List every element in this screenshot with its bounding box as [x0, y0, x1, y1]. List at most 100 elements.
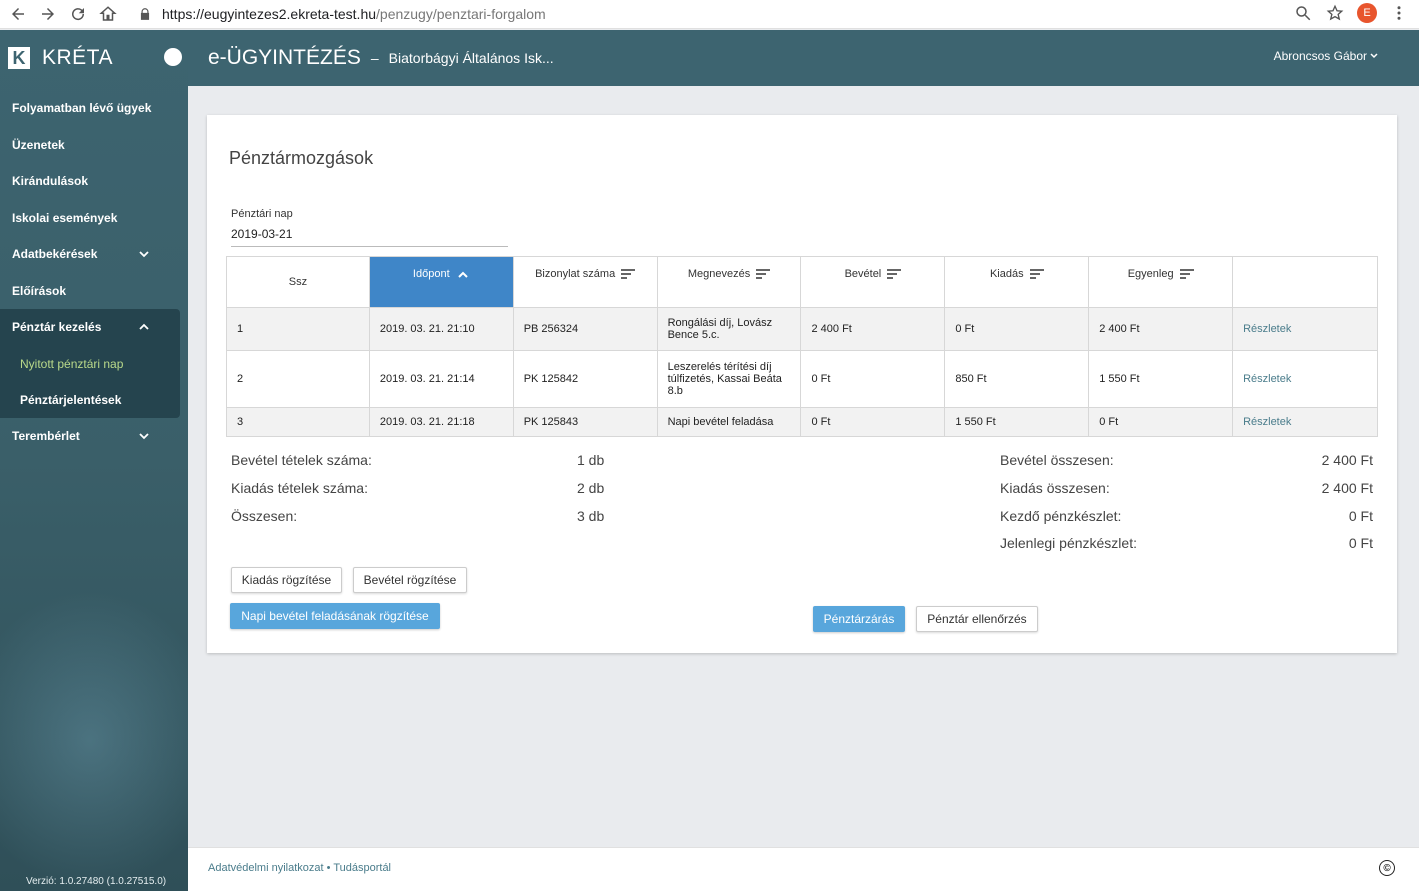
sidebar-item-label: Terembérlet	[12, 428, 80, 443]
daily-income-button[interactable]: Napi bevétel feladásának rögzítése	[230, 603, 440, 629]
sidebar-toggle-icon[interactable]	[164, 48, 182, 66]
brand-name: KRÉTA	[42, 46, 113, 69]
header-label: Bizonylat száma	[535, 268, 616, 280]
sort-icon	[756, 269, 771, 279]
cell-doc: PB 256324	[512, 307, 658, 351]
cell-balance: 1 550 Ft	[1088, 350, 1234, 408]
cell-income: 2 400 Ft	[800, 307, 946, 351]
col-header-kiadas[interactable]: Kiadás	[944, 256, 1090, 308]
header-label: Kiadás	[989, 268, 1024, 280]
sort-icon	[1179, 269, 1194, 279]
cell-doc: PK 125843	[512, 407, 658, 437]
header-label: Ssz	[288, 276, 308, 288]
sort-icon	[621, 269, 636, 279]
kreta-logo-icon: K	[8, 47, 30, 69]
cell-balance: 0 Ft	[1088, 407, 1234, 437]
summary-label: Jelenlegi pénzkészlet:	[1000, 535, 1137, 551]
col-header-ssz[interactable]: Ssz	[226, 256, 370, 308]
sidebar-item-label: Folyamatban lévő ügyek	[12, 101, 152, 116]
copyright-icon: ©	[1379, 860, 1395, 876]
star-icon[interactable]	[1325, 3, 1345, 23]
title-separator: –	[370, 50, 379, 66]
add-income-button[interactable]: Bevétel rögzítése	[353, 567, 467, 593]
sidebar-item-kirandulasok[interactable]: Kirándulások	[0, 163, 188, 200]
summary-value: 1 db	[577, 452, 605, 468]
cell-time: 2019. 03. 21. 21:18	[368, 407, 514, 437]
date-label: Pénztári nap	[231, 208, 293, 220]
cell-name: Rongálási díj, Lovász Bence 5.c.	[656, 307, 802, 351]
sidebar-item-label: Kirándulások	[12, 174, 89, 189]
sidebar-item-label: Iskolai események	[12, 210, 118, 225]
sidebar-sub-jelentesek[interactable]: Pénztárjelentések	[0, 382, 180, 418]
summary-label: Bevétel tételek száma:	[231, 452, 372, 468]
menu-dots-icon[interactable]	[1389, 3, 1409, 23]
cell-ssz: 1	[226, 307, 370, 351]
profile-avatar[interactable]: E	[1357, 3, 1377, 23]
cell-expense: 1 550 Ft	[944, 407, 1090, 437]
header-label: Bevétel	[844, 268, 882, 280]
back-icon[interactable]	[6, 2, 30, 26]
sort-asc-icon	[457, 271, 468, 278]
sort-icon	[1029, 269, 1044, 279]
cell-expense: 0 Ft	[944, 307, 1090, 351]
sidebar-item-label: Üzenetek	[12, 137, 65, 152]
sidebar-item-label: Adatbekérések	[12, 247, 98, 262]
close-register-button[interactable]: Pénztárzárás	[813, 606, 905, 632]
sidebar-item-uzenetek[interactable]: Üzenetek	[0, 127, 188, 164]
sidebar-item-penztar-kezeles[interactable]: Pénztár kezelés	[0, 309, 180, 346]
footer-links[interactable]: Adatvédelmi nyilatkozat • Tudásportál	[208, 862, 391, 874]
sidebar-sub-label: Nyitott pénztári nap	[20, 356, 124, 371]
cell-income: 0 Ft	[800, 407, 946, 437]
check-register-button[interactable]: Pénztár ellenőrzés	[916, 606, 1038, 632]
reload-icon[interactable]	[66, 2, 90, 26]
table-row: 3 2019. 03. 21. 21:18 PK 125843 Napi bev…	[226, 407, 1378, 437]
sidebar-item-folyamatban[interactable]: Folyamatban lévő ügyek	[0, 90, 188, 127]
summary-label: Kiadás tételek száma:	[231, 480, 368, 496]
sort-icon	[887, 269, 902, 279]
cell-doc: PK 125842	[512, 350, 658, 408]
transactions-table: Ssz Időpont Bizonylat száma Megnevezés B…	[226, 256, 1378, 437]
sidebar-item-adatbekeresek[interactable]: Adatbekérések	[0, 236, 188, 273]
browser-toolbar: https://eugyintezes2.ekreta-test.hu/penz…	[0, 0, 1419, 29]
sidebar-item-terembérlet[interactable]: Terembérlet	[0, 418, 188, 455]
sidebar-item-iskolai-esemenyek[interactable]: Iskolai események	[0, 200, 188, 237]
cell-ssz: 2	[226, 350, 370, 408]
address-bar[interactable]: https://eugyintezes2.ekreta-test.hu/penz…	[138, 2, 1348, 26]
sidebar-item-eloirasok[interactable]: Előírások	[0, 273, 188, 310]
user-menu[interactable]: Abroncsos Gábor	[1274, 49, 1379, 63]
chevron-down-icon	[1370, 53, 1378, 59]
sidebar-sub-nyitott-nap[interactable]: Nyitott pénztári nap	[0, 346, 180, 382]
sidebar: K KRÉTA Folyamatban lévő ügyek Üzenetek …	[0, 30, 188, 891]
date-field[interactable]: 2019-03-21	[231, 227, 508, 247]
summary-label: Bevétel összesen:	[1000, 452, 1114, 468]
app-title: e-ÜGYINTÉZÉS	[208, 46, 361, 69]
table-row: 2 2019. 03. 21. 21:14 PK 125842 Leszerel…	[226, 350, 1378, 408]
summary-label: Kiadás összesen:	[1000, 480, 1110, 496]
header-label: Megnevezés	[687, 268, 751, 280]
header-label: Időpont	[412, 268, 450, 280]
zoom-icon[interactable]	[1293, 3, 1313, 23]
summary-value: 0 Ft	[1348, 535, 1373, 551]
details-link[interactable]: Részletek	[1232, 307, 1378, 351]
url-host: https://eugyintezes2.ekreta-test.hu	[162, 6, 377, 22]
summary-value: 2 db	[577, 480, 605, 496]
col-header-bevetel[interactable]: Bevétel	[800, 256, 946, 308]
header-label: Egyenleg	[1127, 268, 1174, 280]
col-header-idopont[interactable]: Időpont	[368, 256, 514, 308]
home-icon[interactable]	[96, 2, 120, 26]
cell-expense: 850 Ft	[944, 350, 1090, 408]
col-header-egyenleg[interactable]: Egyenleg	[1088, 256, 1234, 308]
sidebar-item-label: Előírások	[12, 283, 67, 298]
col-header-bizonylat[interactable]: Bizonylat száma	[512, 256, 658, 308]
add-expense-button[interactable]: Kiadás rögzítése	[231, 567, 342, 593]
details-link[interactable]: Részletek	[1232, 407, 1378, 437]
brand[interactable]: K KRÉTA	[0, 30, 188, 86]
details-link[interactable]: Részletek	[1232, 350, 1378, 408]
col-header-megnevezes[interactable]: Megnevezés	[656, 256, 802, 308]
forward-icon[interactable]	[36, 2, 60, 26]
summary-value: 3 db	[577, 508, 605, 524]
summary-value: 0 Ft	[1348, 508, 1373, 524]
cell-time: 2019. 03. 21. 21:10	[368, 307, 514, 351]
cell-income: 0 Ft	[800, 350, 946, 408]
main-card: Pénztármozgások Pénztári nap 2019-03-21 …	[207, 115, 1397, 653]
